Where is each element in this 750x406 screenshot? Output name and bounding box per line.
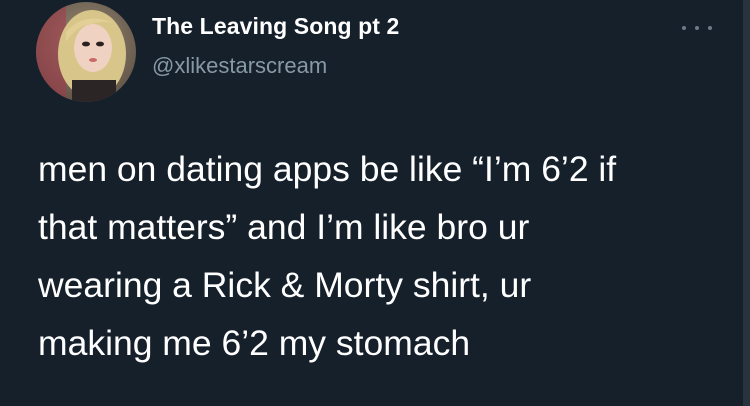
dot (708, 26, 712, 30)
author-avatar[interactable] (36, 2, 136, 102)
tweet-text-line: making me 6’2 my stomach (38, 323, 471, 363)
author-handle[interactable]: @xlikestarscream (152, 53, 327, 79)
author-display-name[interactable]: The Leaving Song pt 2 (152, 13, 399, 40)
tweet-text-line: wearing a Rick & Morty shirt, ur (38, 265, 532, 305)
tweet: The Leaving Song pt 2 @xlikestarscream m… (0, 0, 750, 406)
tweet-text: men on dating apps be like “I’m 6’2 if t… (38, 140, 728, 372)
more-options-icon[interactable] (682, 20, 712, 36)
scrollbar[interactable] (743, 0, 750, 406)
tweet-text-line: that matters” and I’m like bro ur (38, 207, 530, 247)
dot (682, 26, 686, 30)
dot (695, 26, 699, 30)
profile-photo-icon (36, 2, 136, 102)
tweet-text-line: men on dating apps be like “I’m 6’2 if (38, 149, 617, 189)
